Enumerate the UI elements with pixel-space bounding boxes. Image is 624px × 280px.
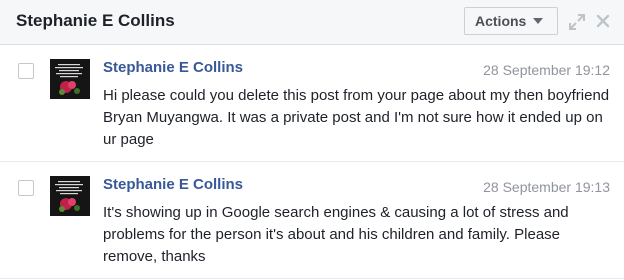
message-text: It's showing up in Google search engines… [103, 204, 569, 265]
conversation-header: Stephanie E Collins Actions [0, 0, 624, 45]
message-select-checkbox[interactable] [18, 180, 34, 196]
caret-down-icon [533, 18, 544, 24]
conversation-title: Stephanie E Collins [16, 11, 175, 30]
actions-button-label: Actions [475, 13, 527, 29]
avatar[interactable] [50, 176, 90, 216]
sender-name-link[interactable]: Stephanie E Collins [103, 176, 243, 193]
message-timestamp: 28 September 19:13 [483, 179, 610, 195]
expand-icon[interactable] [568, 13, 586, 31]
avatar[interactable] [50, 59, 90, 99]
message-timestamp: 28 September 19:12 [483, 62, 610, 78]
message-select-checkbox[interactable] [18, 63, 34, 79]
actions-dropdown-button[interactable]: Actions [464, 7, 558, 35]
message-item: Stephanie E Collins 28 September 19:12 H… [0, 46, 624, 162]
close-icon[interactable] [595, 13, 611, 29]
sender-name-link[interactable]: Stephanie E Collins [103, 59, 243, 76]
message-item: Stephanie E Collins 28 September 19:13 I… [0, 163, 624, 279]
message-text: Hi please could you delete this post fro… [103, 87, 610, 148]
